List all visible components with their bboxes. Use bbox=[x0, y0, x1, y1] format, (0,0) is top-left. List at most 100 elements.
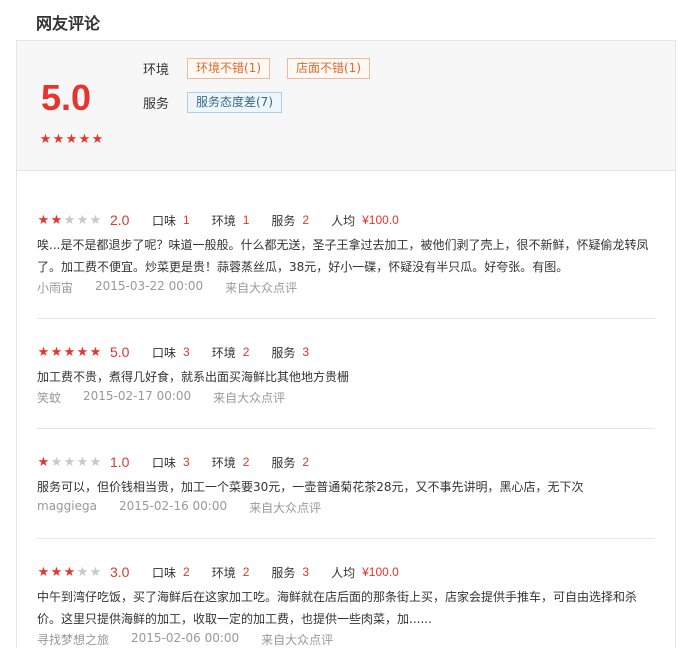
review-panel: 5.0 ★★★★★ 环境 环境不错(1) 店面不错(1) 服务 服务态度差(7)… bbox=[16, 40, 676, 648]
star-icon: ★ bbox=[50, 565, 63, 580]
avg-value: ¥100.0 bbox=[362, 213, 399, 227]
star-icon: ★ bbox=[91, 132, 104, 147]
star-icon: ★ bbox=[37, 455, 50, 470]
service-tag-row: 服务 服务态度差(7) bbox=[143, 91, 299, 113]
review-user[interactable]: 笑蚊 bbox=[37, 389, 61, 406]
taste-label: 口味 bbox=[152, 455, 177, 470]
star-icon: ★ bbox=[63, 565, 76, 580]
env-value: 2 bbox=[242, 345, 250, 359]
divider bbox=[37, 318, 655, 319]
taste-rating: 口味 3 bbox=[152, 454, 190, 471]
taste-label: 口味 bbox=[152, 213, 177, 228]
overall-stars: ★★★★★ bbox=[39, 132, 104, 146]
env-tag-label: 环境 bbox=[143, 62, 170, 78]
env-label: 环境 bbox=[211, 565, 236, 580]
page-title: 网友评论 bbox=[36, 14, 101, 33]
service-label: 服务 bbox=[271, 565, 296, 580]
taste-value: 2 bbox=[183, 565, 190, 579]
service-rating: 服务 3 bbox=[271, 564, 309, 581]
review-user[interactable]: 小雨宙 bbox=[37, 279, 73, 296]
review-item: ★★★★★ 2.0 口味 1 环境 1 服务 2 人均 ¥100.0 唉...是不是都退… bbox=[37, 211, 655, 296]
star-icon: ★ bbox=[89, 565, 102, 580]
star-icon: ★ bbox=[89, 345, 102, 360]
review-item: ★★★★★ 5.0 口味 3 环境 2 服务 3 加工费不贵，煮得几好食，就系出面买海… bbox=[37, 343, 655, 406]
star-icon: ★ bbox=[89, 455, 102, 470]
overall-score: 5.0 bbox=[41, 77, 92, 118]
service-value: 3 bbox=[302, 565, 310, 579]
service-value: 3 bbox=[302, 345, 310, 359]
review-source: 来自大众点评 bbox=[249, 501, 322, 515]
star-icon: ★ bbox=[37, 345, 50, 360]
taste-rating: 口味 2 bbox=[152, 564, 190, 581]
star-icon: ★ bbox=[63, 345, 76, 360]
service-rating: 服务 2 bbox=[271, 212, 309, 229]
star-icon: ★ bbox=[50, 345, 63, 360]
avg-label: 人均 bbox=[331, 565, 356, 580]
taste-label: 口味 bbox=[152, 345, 177, 360]
review-source: 来自大众点评 bbox=[213, 391, 286, 405]
star-icon: ★ bbox=[76, 565, 89, 580]
service-value: 2 bbox=[302, 213, 310, 227]
star-icon: ★ bbox=[76, 213, 89, 228]
avg-price: 人均 ¥100.0 bbox=[331, 212, 399, 229]
env-label: 环境 bbox=[211, 213, 236, 228]
review-text: 唉...是不是都退步了呢？味道一般般。什么都无送，圣子王拿过去加工，被他们剥了壳… bbox=[37, 238, 649, 274]
review-source: 来自大众点评 bbox=[225, 281, 298, 295]
review-stars: ★★★★★ bbox=[37, 345, 102, 359]
review-date: 2015-03-22 00:00 bbox=[95, 279, 204, 293]
star-icon: ★ bbox=[76, 455, 89, 470]
env-rating: 环境 2 bbox=[212, 564, 250, 581]
star-icon: ★ bbox=[89, 213, 102, 228]
review-source: 来自大众点评 bbox=[261, 633, 334, 647]
env-value: 2 bbox=[242, 565, 250, 579]
env-label: 环境 bbox=[211, 345, 236, 360]
avg-price: 人均 ¥100.0 bbox=[331, 564, 399, 581]
star-icon: ★ bbox=[65, 132, 78, 147]
tag-service-bad[interactable]: 服务态度差(7) bbox=[187, 91, 282, 113]
star-icon: ★ bbox=[63, 455, 76, 470]
taste-rating: 口味 3 bbox=[152, 344, 190, 361]
taste-label: 口味 bbox=[152, 565, 177, 580]
review-date: 2015-02-06 00:00 bbox=[131, 631, 240, 645]
service-rating: 服务 2 bbox=[271, 454, 309, 471]
service-label: 服务 bbox=[271, 345, 296, 360]
taste-rating: 口味 1 bbox=[152, 212, 190, 229]
review-score: 5.0 bbox=[110, 344, 130, 360]
env-tag-row: 环境 环境不错(1) 店面不错(1) bbox=[143, 57, 387, 79]
review-text: 中午到湾仔吃饭，买了海鲜后在这家加工吃。海鲜就在店后面的那条街上买，店家会提供手… bbox=[37, 590, 638, 626]
taste-value: 1 bbox=[183, 213, 190, 227]
service-value: 2 bbox=[302, 455, 310, 469]
taste-value: 3 bbox=[183, 455, 190, 469]
star-icon: ★ bbox=[50, 455, 63, 470]
review-text: 服务可以，但价钱相当贵，加工一个菜要30元，一壶普通菊花茶28元，又不事先讲明，… bbox=[37, 480, 584, 494]
star-icon: ★ bbox=[50, 213, 63, 228]
divider bbox=[37, 428, 655, 429]
rating-summary: 5.0 ★★★★★ 环境 环境不错(1) 店面不错(1) 服务 服务态度差(7) bbox=[17, 41, 675, 171]
review-date: 2015-02-17 00:00 bbox=[83, 389, 192, 403]
review-user[interactable]: 寻找梦想之旅 bbox=[37, 631, 109, 648]
star-icon: ★ bbox=[39, 132, 52, 147]
tag-store-good[interactable]: 店面不错(1) bbox=[287, 57, 370, 79]
taste-value: 3 bbox=[183, 345, 190, 359]
avg-label: 人均 bbox=[331, 213, 356, 228]
avg-value: ¥100.0 bbox=[362, 565, 399, 579]
env-value: 1 bbox=[242, 213, 250, 227]
tag-env-good[interactable]: 环境不错(1) bbox=[187, 57, 270, 79]
service-rating: 服务 3 bbox=[271, 344, 309, 361]
star-icon: ★ bbox=[76, 345, 89, 360]
service-label: 服务 bbox=[271, 455, 296, 470]
env-rating: 环境 2 bbox=[212, 454, 250, 471]
env-value: 2 bbox=[242, 455, 250, 469]
review-score: 1.0 bbox=[110, 454, 130, 470]
review-user[interactable]: maggiega bbox=[37, 499, 97, 516]
review-item: ★★★★★ 1.0 口味 3 环境 2 服务 2 服务可以，但价钱相当贵，加工一个菜要… bbox=[37, 453, 655, 516]
star-icon: ★ bbox=[37, 565, 50, 580]
review-item: ★★★★★ 3.0 口味 2 环境 2 服务 3 人均 ¥100.0 中午到湾仔吃饭，买… bbox=[37, 563, 655, 648]
star-icon: ★ bbox=[52, 132, 65, 147]
review-score: 3.0 bbox=[110, 564, 130, 580]
star-icon: ★ bbox=[37, 213, 50, 228]
review-stars: ★★★★★ bbox=[37, 213, 102, 227]
env-rating: 环境 1 bbox=[212, 212, 250, 229]
review-stars: ★★★★★ bbox=[37, 565, 102, 579]
service-label: 服务 bbox=[271, 213, 296, 228]
